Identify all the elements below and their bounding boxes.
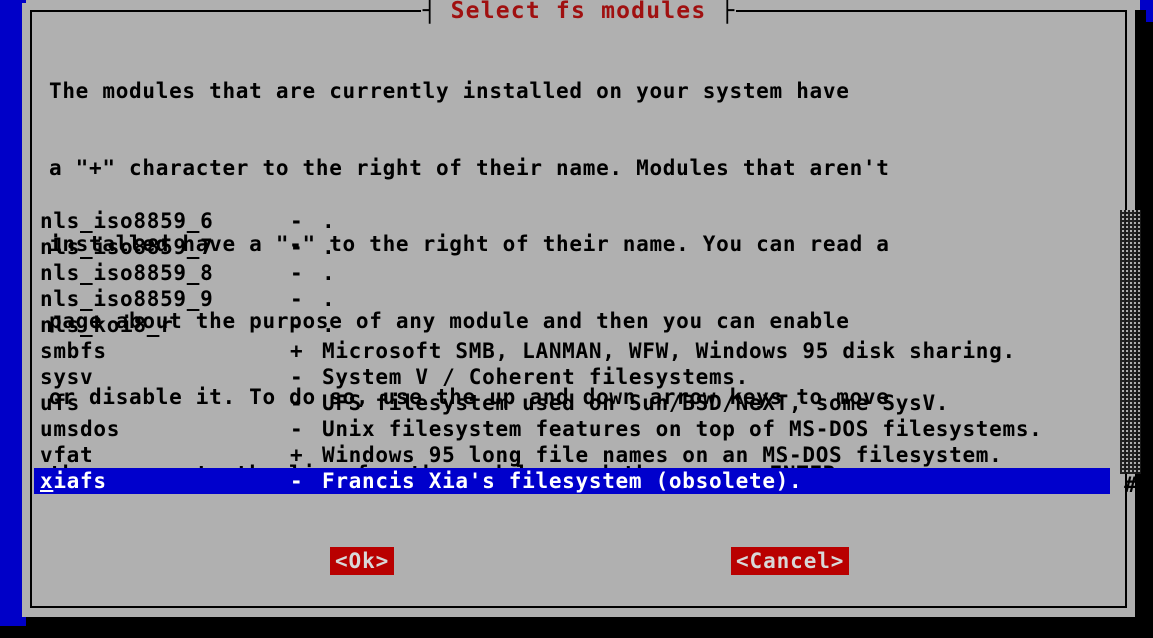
module-installed-flag: - — [290, 469, 304, 493]
module-description: Windows 95 long file names on an MS-DOS … — [322, 443, 1003, 467]
module-list-item[interactable]: smbfs + Microsoft SMB, LANMAN, WFW, Window… — [34, 338, 1104, 364]
module-name: nls_koi8_r — [40, 313, 174, 337]
module-installed-flag: - — [290, 287, 304, 311]
scrollbar-thumb[interactable]: # — [1120, 472, 1141, 498]
module-installed-flag: - — [290, 391, 304, 415]
page-title: Select fs modules — [438, 0, 719, 24]
module-list-item[interactable]: vfat + Windows 95 long file names on an MS… — [34, 442, 1104, 468]
module-list-item[interactable]: nls_iso8859_8 -. — [34, 260, 1104, 286]
module-description: UFS filesystem used on Sun/BSD/NeXT, som… — [322, 391, 950, 415]
module-list-item[interactable]: ufs - UFS filesystem used on Sun/BSD/NeXT,… — [34, 390, 1104, 416]
module-list-item[interactable]: xiafs - Francis Xia's filesystem (obsolete… — [34, 468, 1110, 494]
module-installed-flag: + — [290, 443, 304, 467]
select-fs-modules-dialog: ┤ Select fs modules ├ The modules that are… — [22, 0, 1141, 617]
module-installed-flag: + — [290, 339, 304, 363]
module-description: . — [322, 209, 336, 233]
scrollbar-track[interactable] — [1120, 210, 1141, 474]
module-name: umsdos — [40, 417, 121, 441]
module-description: System V / Coherent filesystems. — [322, 365, 749, 389]
help-line: The modules that are currently installed… — [49, 79, 850, 103]
ok-button[interactable]: <Ok> — [330, 547, 395, 575]
module-description: . — [322, 313, 336, 337]
module-list[interactable]: nls_iso8859_6-. nls_iso8859_7-. nls_iso885… — [34, 208, 1110, 498]
module-name: vfat — [40, 443, 94, 467]
dialog-title-bar: ┤ Select fs modules ├ — [32, 0, 1125, 24]
module-list-item[interactable]: nls_iso8859_6 -. — [34, 208, 1104, 234]
module-installed-flag: - — [290, 417, 304, 441]
module-description: . — [322, 287, 336, 311]
module-name-rest: iafs — [53, 469, 107, 493]
dialog-border: ┤ Select fs modules ├ The modules that are… — [30, 0, 1141, 608]
module-name: nls_iso8859_7 — [40, 235, 214, 259]
module-name: ufs — [40, 391, 81, 415]
module-description: Unix filesystem features on top of MS-DO… — [322, 417, 1043, 441]
module-name: xiafs — [40, 468, 290, 494]
module-description: . — [322, 261, 336, 285]
module-installed-flag: - — [290, 365, 304, 389]
dialog-button-row: <Ok> <Cancel> — [32, 539, 1129, 579]
module-name: nls_iso8859_8 — [40, 261, 214, 285]
module-installed-flag: - — [290, 235, 304, 259]
module-name: sysv — [40, 365, 94, 389]
module-name: nls_iso8859_9 — [40, 287, 214, 311]
module-list-item[interactable]: umsdos - Unix filesystem features on top o… — [34, 416, 1104, 442]
module-list-item[interactable]: nls_koi8_r -. — [34, 312, 1104, 338]
title-right-bar-icon: ├ — [718, 0, 737, 24]
module-description: . — [322, 235, 336, 259]
module-description: Microsoft SMB, LANMAN, WFW, Windows 95 d… — [322, 339, 1016, 363]
module-installed-flag: - — [290, 261, 304, 285]
help-line: a "+" character to the right of their na… — [49, 155, 890, 180]
module-name: nls_iso8859_6 — [40, 209, 214, 233]
terminal-screen: ┤ Select fs modules ├ The modules that are… — [0, 0, 1153, 638]
module-name: smbfs — [40, 339, 107, 363]
list-scrollbar[interactable]: # — [1116, 210, 1144, 502]
module-list-item[interactable]: nls_iso8859_9 -. — [34, 286, 1104, 312]
module-list-item[interactable]: sysv - System V / Coherent filesystems. — [34, 364, 1104, 390]
module-installed-flag: - — [290, 313, 304, 337]
module-hotkey: x — [40, 469, 54, 493]
cancel-button[interactable]: <Cancel> — [731, 547, 850, 575]
module-description: Francis Xia's filesystem (obsolete). — [322, 469, 803, 493]
title-left-bar-icon: ┤ — [420, 0, 439, 24]
module-installed-flag: - — [290, 209, 304, 233]
module-list-item[interactable]: nls_iso8859_7 -. — [34, 234, 1104, 260]
